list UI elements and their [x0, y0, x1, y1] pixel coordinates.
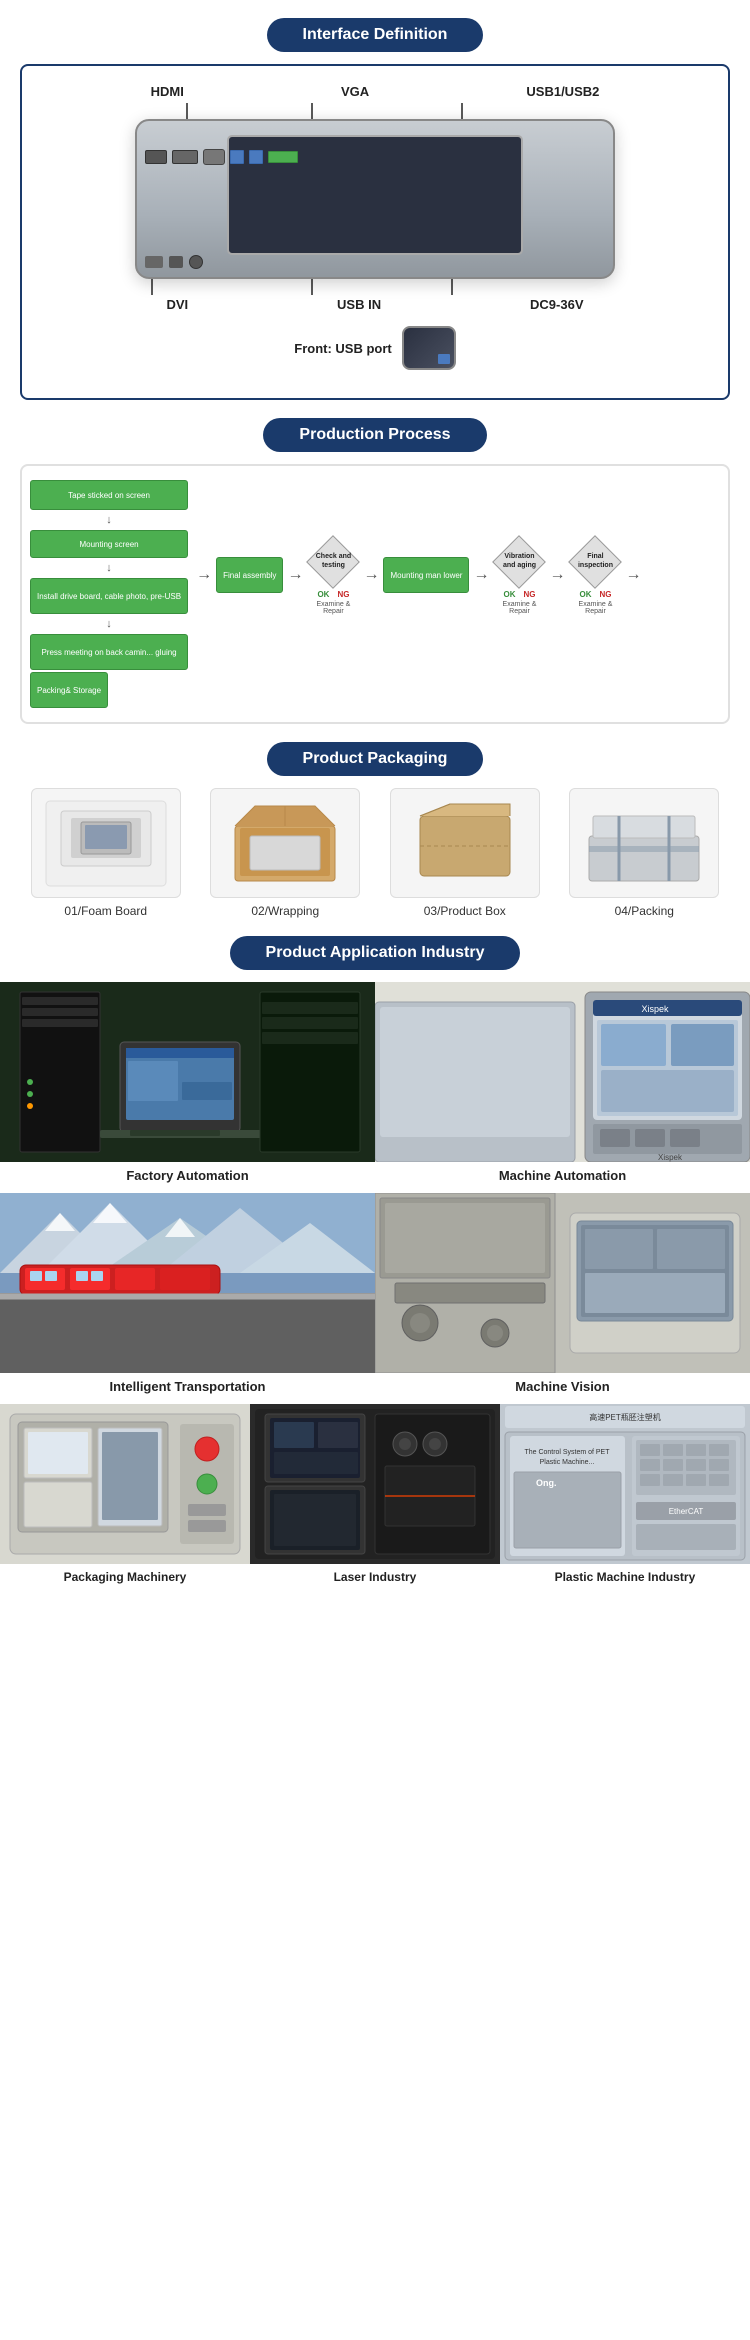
process-step-packing: Packing& Storage: [30, 672, 108, 708]
transport-label: Intelligent Transportation: [109, 1379, 265, 1394]
interface-section: HDMI VGA USB1/USB2: [20, 64, 730, 400]
factory-img: [0, 982, 375, 1162]
packing-label: 04/Packing: [615, 904, 674, 918]
svg-text:Xispek: Xispek: [641, 1004, 669, 1014]
usb12-label: USB1/USB2: [526, 84, 599, 99]
process-step-final-asm: Final assembly: [216, 557, 283, 593]
packaging-grid: 01/Foam Board 02/Wrapping: [20, 788, 730, 918]
app-item-laser: Laser Industry: [250, 1404, 500, 1594]
app-item-factory: Factory Automation: [0, 982, 375, 1193]
packaging-machine-label: Packaging Machinery: [64, 1570, 187, 1584]
app-item-transport: Intelligent Transportation: [0, 1193, 375, 1404]
laser-img: [250, 1404, 500, 1564]
app-row-1: Factory Automation Xispek: [0, 982, 750, 1193]
app-row-3: Packaging Machinery: [0, 1404, 750, 1594]
app-item-vision: Machine Vision: [375, 1193, 750, 1404]
svg-text:高速PET瓶胚注塑机: 高速PET瓶胚注塑机: [589, 1412, 660, 1422]
foam-board-img: [31, 788, 181, 898]
product-box-label: 03/Product Box: [424, 904, 506, 918]
app-item-machine: Xispek Xispek Machine Automation: [375, 982, 750, 1193]
packaging-machine-img: [0, 1404, 250, 1564]
interface-title: Interface Definition: [267, 18, 484, 52]
process-step-mounting-man: Mounting man lower: [383, 557, 469, 593]
packaging-section: 01/Foam Board 02/Wrapping: [20, 788, 730, 918]
vision-label: Machine Vision: [515, 1379, 609, 1394]
machine-label: Machine Automation: [499, 1168, 626, 1183]
hdmi-label: HDMI: [151, 84, 184, 99]
packaging-item-box: 03/Product Box: [390, 788, 540, 918]
front-usb-label: Front: USB port: [294, 341, 391, 356]
dc-label: DC9-36V: [530, 297, 583, 312]
packaging-header: Product Packaging: [0, 742, 750, 776]
svg-text:Plastic Machine...: Plastic Machine...: [540, 1459, 595, 1466]
plastic-img: 高速PET瓶胚注塑机 The Control System of PET Pla…: [500, 1404, 750, 1564]
process-step-tape: Tape sticked on screen: [30, 480, 188, 510]
app-row-2: Intelligent Transportation: [0, 1193, 750, 1404]
transport-img: [0, 1193, 375, 1373]
application-title: Product Application Industry: [230, 936, 521, 970]
product-box-img: [390, 788, 540, 898]
application-header: Product Application Industry: [0, 936, 750, 970]
dvi-label: DVI: [166, 297, 188, 312]
wrapping-label: 02/Wrapping: [251, 904, 319, 918]
process-step-press: Press meeting on back camin... gluing: [30, 634, 188, 670]
svg-text:Xispek: Xispek: [658, 1153, 683, 1162]
plastic-label: Plastic Machine Industry: [555, 1570, 696, 1584]
production-title: Production Process: [263, 418, 486, 452]
packaging-item-packing: 04/Packing: [569, 788, 719, 918]
machine-img: Xispek Xispek: [375, 982, 750, 1162]
app-item-packaging: Packaging Machinery: [0, 1404, 250, 1594]
packaging-title: Product Packaging: [267, 742, 484, 776]
svg-text:Ong.: Ong.: [536, 1478, 556, 1488]
wrapping-img: [210, 788, 360, 898]
process-step-mount: Mounting screen: [30, 530, 188, 558]
foam-board-label: 01/Foam Board: [64, 904, 147, 918]
interface-header: Interface Definition: [0, 18, 750, 52]
usbin-label: USB IN: [337, 297, 381, 312]
svg-text:The Control System of PET: The Control System of PET: [524, 1449, 610, 1456]
packaging-item-wrapping: 02/Wrapping: [210, 788, 360, 918]
packaging-item-foam: 01/Foam Board: [31, 788, 181, 918]
application-section: Factory Automation Xispek: [0, 982, 750, 1594]
packing-img: [569, 788, 719, 898]
vga-label: VGA: [341, 84, 369, 99]
laser-label: Laser Industry: [334, 1570, 417, 1584]
device-image: [135, 119, 615, 279]
process-step-install: Install drive board, cable photo, pre-US…: [30, 578, 188, 614]
production-section: Tape sticked on screen ↓ Mounting screen…: [20, 464, 730, 724]
svg-text:EtherCAT: EtherCAT: [669, 1507, 704, 1516]
factory-label: Factory Automation: [126, 1168, 248, 1183]
vision-img: [375, 1193, 750, 1373]
app-item-plastic: 高速PET瓶胚注塑机 The Control System of PET Pla…: [500, 1404, 750, 1594]
production-header: Production Process: [0, 418, 750, 452]
